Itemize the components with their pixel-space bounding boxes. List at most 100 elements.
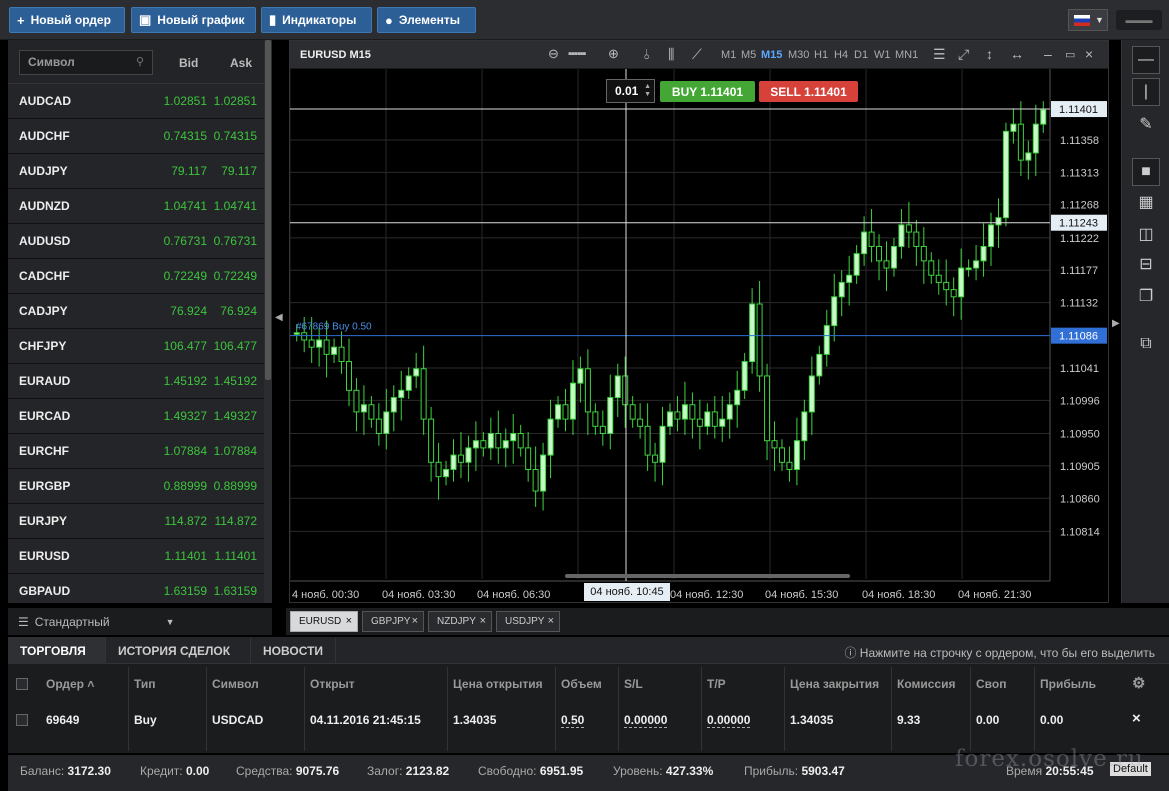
indicators-menu-icon[interactable]: ☰	[933, 46, 946, 63]
ask-column-header[interactable]: Ask	[230, 56, 252, 70]
terminal-tab-2[interactable]: НОВОСТИ	[251, 637, 336, 664]
row-checkbox[interactable]	[16, 714, 28, 726]
sell-button[interactable]: SELL 1.11401	[759, 81, 858, 102]
trendline-tool-icon[interactable]: ⤢	[958, 46, 969, 63]
zoom-slider[interactable]: ▪▪▪▪▪▪	[568, 48, 586, 60]
close-icon[interactable]: ×	[1085, 46, 1093, 62]
horizontal-line-tool-icon[interactable]: ↔	[1010, 46, 1024, 62]
new-order-button[interactable]: + Новый ордер	[9, 7, 125, 33]
quote-row[interactable]: AUDCAD 1.02851 1.02851	[8, 84, 272, 119]
maximize-icon[interactable]: ▭	[1065, 48, 1075, 61]
quote-row[interactable]: AUDNZD 1.04741 1.04741	[8, 189, 272, 224]
column-header[interactable]: T/P	[707, 677, 726, 691]
quote-symbol: EURCHF	[19, 444, 69, 458]
buy-button[interactable]: BUY 1.11401	[660, 81, 755, 102]
zoom-out-icon[interactable]: ⊖	[548, 46, 559, 62]
timeframe-m30[interactable]: M30	[788, 49, 809, 61]
cell-volume[interactable]: 0.50	[561, 713, 585, 728]
column-header[interactable]: Объем	[561, 677, 602, 691]
quote-row[interactable]: AUDUSD 0.76731 0.76731	[8, 224, 272, 259]
language-selector[interactable]: ▼	[1068, 9, 1108, 31]
horizontal-split-icon[interactable]: ⊟	[1132, 250, 1160, 278]
timeframe-w1[interactable]: W1	[874, 49, 891, 61]
quote-row[interactable]: AUDCHF 0.74315 0.74315	[8, 119, 272, 154]
timeframe-h1[interactable]: H1	[814, 49, 828, 61]
column-header[interactable]: Комиссия	[897, 677, 955, 691]
candle-body	[689, 404, 696, 420]
vertical-line-tool-icon[interactable]: ↕	[986, 46, 993, 62]
cell-tp[interactable]: 0.00000	[707, 713, 751, 728]
terminal-tab-0[interactable]: ТОРГОВЛЯ	[8, 637, 106, 664]
quote-row[interactable]: GBPAUD 1.63159 1.63159	[8, 574, 272, 603]
quote-row[interactable]: AUDJPY 79.117 79.117	[8, 154, 272, 189]
account-logo[interactable]: ▬▬▬	[1116, 10, 1162, 30]
select-all-checkbox[interactable]	[16, 678, 28, 690]
close-tab-icon[interactable]: ×	[480, 615, 486, 627]
quote-row[interactable]: EURAUD 1.45192 1.45192	[8, 364, 272, 399]
column-header[interactable]: Символ	[212, 677, 259, 691]
column-header[interactable]: Открыт	[310, 677, 355, 691]
quote-row[interactable]: CADJPY 76.924 76.924	[8, 294, 272, 329]
stepper-arrows-icon[interactable]: ▲ ▼	[644, 83, 651, 99]
column-header[interactable]: Цена открытия	[453, 677, 543, 691]
bar-chart-type-icon[interactable]: ⫰	[644, 46, 650, 63]
chart-canvas[interactable]: 1.11358 1.11313 1.11268 1.11222 1.11177 1.111…	[289, 69, 1108, 603]
terminal-tab-1[interactable]: ИСТОРИЯ СДЕЛОК	[106, 637, 251, 664]
column-header[interactable]: Прибыль	[1040, 677, 1096, 691]
profile-selector[interactable]: ☰ Стандартный ▼	[8, 608, 272, 635]
column-header[interactable]: Тип	[134, 677, 156, 691]
table-row[interactable]: 69649 Buy USDCAD 04.11.2016 21:45:15 1.34035…	[8, 705, 1158, 735]
grid-layout-icon[interactable]: ▦	[1132, 188, 1160, 216]
indicators-button[interactable]: ▮ Индикаторы	[261, 7, 372, 33]
close-tab-icon[interactable]: ×	[346, 615, 352, 627]
detach-window-icon[interactable]: ⧉	[1132, 330, 1160, 358]
close-tab-icon[interactable]: ×	[548, 615, 554, 627]
quote-row[interactable]: EURCHF 1.07884 1.07884	[8, 434, 272, 469]
vertical-split-icon[interactable]: ◫	[1132, 220, 1160, 248]
column-header[interactable]: S/L	[624, 677, 643, 691]
column-header[interactable]: Ордер ˄	[46, 677, 94, 691]
candlestick-chart[interactable]: 1.11358 1.11313 1.11268 1.11222 1.11177 1.111…	[289, 69, 1108, 603]
quote-row[interactable]: EURCAD 1.49327 1.49327	[8, 399, 272, 434]
timeframe-h4[interactable]: H4	[834, 49, 848, 61]
cascade-icon[interactable]: ❐	[1132, 282, 1160, 310]
timeframe-m5[interactable]: M5	[741, 49, 756, 61]
zoom-in-icon[interactable]: ⊕	[608, 46, 619, 62]
vertical-line-icon[interactable]: |	[1132, 78, 1160, 106]
quote-row[interactable]: CHFJPY 106.477 106.477	[8, 329, 272, 364]
close-tab-icon[interactable]: ×	[412, 615, 418, 627]
column-header[interactable]: Своп	[976, 677, 1006, 691]
timeframe-mn1[interactable]: MN1	[895, 49, 918, 61]
new-chart-button[interactable]: ▣ Новый график	[131, 7, 256, 33]
minimize-icon[interactable]: –	[1044, 46, 1052, 62]
quote-row[interactable]: CADCHF 0.72249 0.72249	[8, 259, 272, 294]
quote-row[interactable]: EURGBP 0.88999 0.88999	[8, 469, 272, 504]
scrollbar-thumb[interactable]	[265, 40, 271, 380]
chart-tab-nzdjpy[interactable]: NZDJPY ×	[428, 611, 492, 632]
timeframe-m15[interactable]: M15	[761, 49, 782, 61]
settings-gear-icon[interactable]: ⚙	[1132, 674, 1145, 692]
horizontal-line-icon[interactable]: —	[1132, 46, 1160, 74]
line-chart-type-icon[interactable]: ⟋	[692, 46, 702, 63]
close-order-icon[interactable]: ×	[1132, 710, 1141, 727]
single-layout-icon[interactable]: ■	[1132, 158, 1160, 186]
chart-tab-usdjpy[interactable]: USDJPY ×	[496, 611, 560, 632]
symbol-search-input[interactable]: Символ	[19, 50, 153, 75]
eraser-icon[interactable]: ✎	[1132, 110, 1160, 138]
elements-button[interactable]: ● Элементы	[377, 7, 476, 33]
lot-size-stepper[interactable]: 0.01 ▲ ▼	[606, 79, 655, 103]
chart-tab-eurusd[interactable]: EURUSD ×	[290, 611, 358, 632]
bid-column-header[interactable]: Bid	[179, 56, 198, 70]
collapse-right-arrow-icon[interactable]: ▶	[1112, 318, 1120, 329]
search-icon[interactable]: ⚲	[136, 55, 144, 68]
chart-scrollbar[interactable]	[565, 574, 850, 578]
timeframe-m1[interactable]: M1	[721, 49, 736, 61]
chart-tab-gbpjpy[interactable]: GBPJPY ×	[362, 611, 424, 632]
quote-row[interactable]: EURJPY 114.872 114.872	[8, 504, 272, 539]
candle-chart-type-icon[interactable]: ⫼	[668, 46, 674, 63]
column-header[interactable]: Цена закрытия	[790, 677, 879, 691]
collapse-left-arrow-icon[interactable]: ◀	[275, 312, 283, 323]
timeframe-d1[interactable]: D1	[854, 49, 868, 61]
quote-row[interactable]: EURUSD 1.11401 1.11401	[8, 539, 272, 574]
cell-sl[interactable]: 0.00000	[624, 713, 668, 728]
